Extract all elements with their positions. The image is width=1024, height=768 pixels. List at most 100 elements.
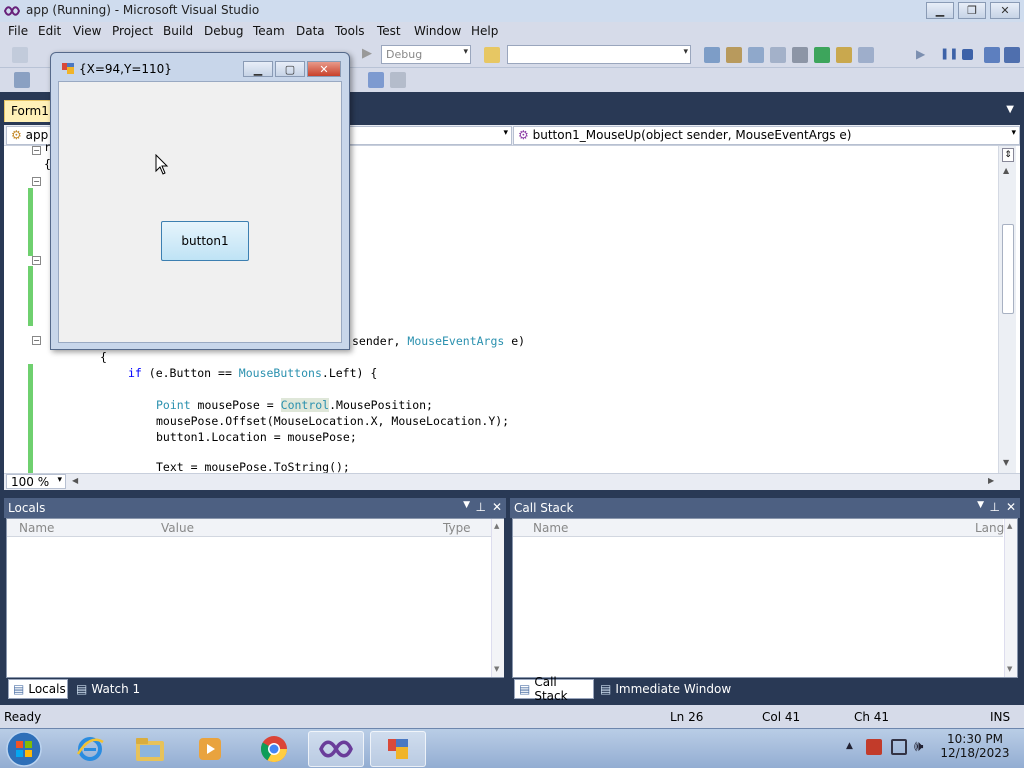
- callstack-column-headers: Name Lang: [513, 519, 1004, 537]
- comment-icon[interactable]: [390, 72, 406, 88]
- scroll-down-icon[interactable]: ▼: [494, 665, 499, 673]
- menu-test[interactable]: Test: [377, 24, 401, 38]
- collapse-icon[interactable]: −: [32, 146, 41, 155]
- tab-watch-1[interactable]: ▤ Watch 1: [72, 679, 144, 699]
- scroll-up-icon[interactable]: ▲: [1007, 522, 1012, 530]
- taskbar-explorer[interactable]: [122, 731, 178, 767]
- zoom-combo[interactable]: 100 % ▾: [6, 474, 66, 489]
- solution-config-combo[interactable]: Debug ▾: [381, 45, 471, 64]
- form-close-button[interactable]: ✕: [307, 61, 341, 77]
- split-icon[interactable]: ⇕: [1002, 148, 1014, 162]
- bookmark-icon[interactable]: [368, 72, 384, 88]
- show-hidden-icons-icon[interactable]: ▲: [846, 741, 853, 751]
- form1-window[interactable]: {X=94,Y=110} ▁ ▢ ✕ button1: [50, 52, 350, 350]
- close-icon[interactable]: ✕: [492, 500, 502, 514]
- menu-debug[interactable]: Debug: [204, 24, 243, 38]
- callstack-scrollbar[interactable]: ▲ ▼: [1004, 519, 1017, 677]
- format-icon[interactable]: [14, 72, 30, 88]
- scroll-right-icon[interactable]: ▶: [988, 476, 994, 485]
- taskbar-visual-studio[interactable]: [308, 731, 364, 767]
- wrench-icon[interactable]: [792, 47, 808, 63]
- column-value[interactable]: Value: [161, 521, 194, 535]
- column-name[interactable]: Name: [533, 521, 568, 535]
- pin-icon[interactable]: ⊥: [990, 500, 1000, 514]
- action-center-icon[interactable]: [866, 739, 882, 755]
- menu-help[interactable]: Help: [471, 24, 498, 38]
- taskbar-internet-explorer[interactable]: [62, 731, 118, 767]
- find-combo[interactable]: ▾: [507, 45, 691, 64]
- menu-team[interactable]: Team: [253, 24, 285, 38]
- internet-explorer-icon: [76, 737, 104, 761]
- close-button[interactable]: ✕: [990, 2, 1020, 19]
- system-clock[interactable]: 10:30 PM 12/18/2023: [940, 732, 1010, 760]
- menu-project[interactable]: Project: [112, 24, 153, 38]
- menu-tools[interactable]: Tools: [335, 24, 365, 38]
- form-minimize-button[interactable]: ▁: [243, 61, 273, 77]
- menu-view[interactable]: View: [73, 24, 101, 38]
- menu-edit[interactable]: Edit: [38, 24, 61, 38]
- find-in-files-icon[interactable]: [484, 47, 500, 63]
- restore-button[interactable]: ❐: [958, 2, 986, 19]
- watch-icon: ▤: [76, 682, 88, 696]
- scroll-up-icon[interactable]: ▲: [1003, 166, 1009, 175]
- start-debug-icon[interactable]: ▶: [362, 46, 372, 61]
- menu-window[interactable]: Window: [414, 24, 461, 38]
- taskbar-media-player[interactable]: [182, 731, 238, 767]
- break-all-icon[interactable]: ❚❚: [940, 47, 958, 60]
- dropdown-icon[interactable]: ▼: [977, 500, 984, 510]
- scroll-left-icon[interactable]: ◀: [72, 476, 78, 485]
- status-column: Col 41: [762, 710, 801, 724]
- menu-file[interactable]: File: [8, 24, 28, 38]
- show-next-statement-icon[interactable]: [1004, 47, 1020, 63]
- taskbar-chrome[interactable]: [246, 731, 302, 767]
- close-icon[interactable]: ✕: [1006, 500, 1016, 514]
- pin-icon[interactable]: ⊥: [476, 500, 486, 514]
- menu-data[interactable]: Data: [296, 24, 325, 38]
- visual-studio-icon: [4, 6, 20, 16]
- column-type[interactable]: Type: [443, 521, 471, 535]
- locals-scrollbar[interactable]: ▲ ▼: [491, 519, 504, 677]
- toolbox-icon[interactable]: [770, 47, 786, 63]
- tab-immediate-window[interactable]: ▤ Immediate Window: [596, 679, 735, 699]
- object-browser-icon[interactable]: [748, 47, 764, 63]
- class-view-icon[interactable]: [836, 47, 852, 63]
- status-bar: Ready Ln 26 Col 41 Ch 41 INS: [0, 705, 1024, 728]
- callstack-panel[interactable]: Name Lang ▲ ▼: [512, 518, 1018, 678]
- scroll-thumb[interactable]: [1002, 224, 1014, 314]
- dropdown-icon[interactable]: ▼: [463, 500, 470, 510]
- tab-locals[interactable]: ▤ Locals: [8, 679, 68, 699]
- status-insert-mode: INS: [990, 710, 1011, 724]
- new-project-icon[interactable]: [12, 47, 28, 63]
- scroll-down-icon[interactable]: ▼: [1007, 665, 1012, 673]
- menu-build[interactable]: Build: [163, 24, 193, 38]
- locals-panel[interactable]: Name Value Type ▲ ▼: [6, 518, 504, 678]
- volume-icon[interactable]: 🕪: [914, 737, 923, 755]
- restart-icon[interactable]: [984, 47, 1000, 63]
- member-navigation-combo[interactable]: ⚙ button1_MouseUp(object sender, MouseEv…: [513, 126, 1020, 145]
- start-button[interactable]: [2, 731, 46, 767]
- solution-explorer-icon[interactable]: [704, 47, 720, 63]
- button1[interactable]: button1: [161, 221, 249, 261]
- properties-icon[interactable]: [726, 47, 742, 63]
- form-maximize-button[interactable]: ▢: [275, 61, 305, 77]
- column-name[interactable]: Name: [19, 521, 54, 535]
- scroll-up-icon[interactable]: ▲: [494, 522, 499, 530]
- collapse-icon[interactable]: −: [32, 177, 41, 186]
- minimize-button[interactable]: ▁: [926, 2, 954, 19]
- continue-icon[interactable]: ▶: [916, 47, 925, 61]
- extension-icon[interactable]: [858, 47, 874, 63]
- collapse-icon[interactable]: −: [32, 256, 41, 265]
- scroll-down-icon[interactable]: ▼: [1003, 458, 1009, 467]
- editor-vertical-scrollbar[interactable]: ⇕ ▲ ▼: [998, 146, 1016, 473]
- locals-panel-header: Locals ▼ ⊥ ✕: [4, 498, 506, 518]
- tab-call-stack[interactable]: ▤ Call Stack: [514, 675, 594, 703]
- clock-date: 12/18/2023: [940, 746, 1010, 760]
- taskbar-running-app[interactable]: [370, 731, 426, 767]
- network-icon[interactable]: [891, 739, 907, 755]
- start-page-icon[interactable]: [814, 47, 830, 63]
- stop-debugging-icon[interactable]: [962, 49, 973, 60]
- document-list-dropdown-icon[interactable]: ▼: [1006, 104, 1014, 115]
- column-lang[interactable]: Lang: [975, 521, 1004, 535]
- form-client-area[interactable]: button1: [58, 81, 342, 343]
- collapse-icon[interactable]: −: [32, 336, 41, 345]
